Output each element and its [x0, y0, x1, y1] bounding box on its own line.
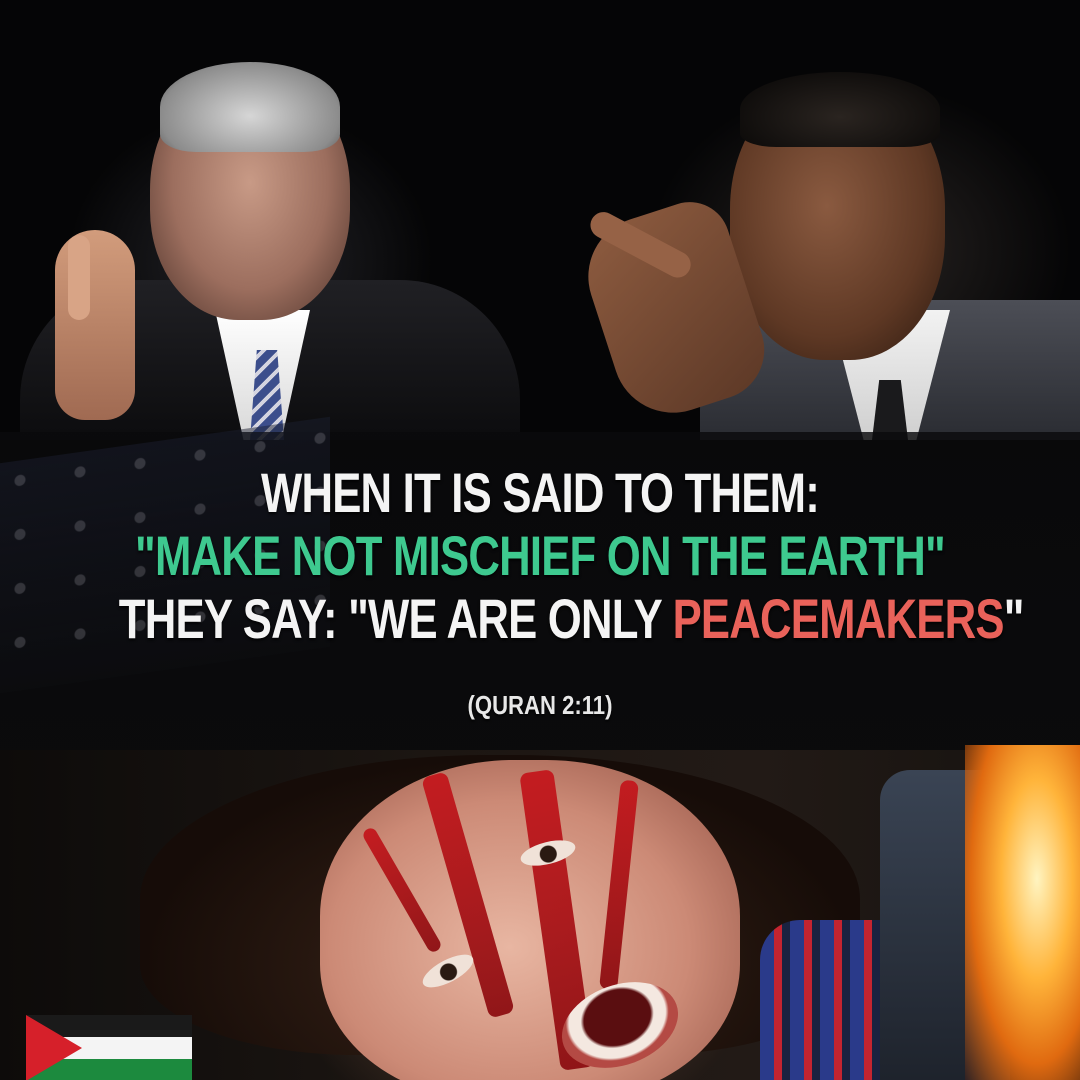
left-man-hand [55, 230, 135, 420]
caption-line-1: WHEN IT IS SAID TO THEM: [260, 461, 820, 524]
left-man-hair [160, 62, 340, 152]
caption-line-3-highlight: PEACEMAKERS [672, 587, 1005, 650]
right-man-hair [740, 72, 940, 147]
meme-image: WHEN IT IS SAID TO THEM: "MAKE NOT MISCH… [0, 0, 1080, 1080]
caption-line-3-prefix: THEY SAY: "WE ARE ONLY [118, 587, 673, 650]
caption-line-3: THEY SAY: "WE ARE ONLY PEACEMAKERS" [118, 586, 1025, 651]
citation: (QURAN 2:11) [467, 690, 613, 720]
left-man-raised-finger [68, 235, 90, 320]
caption-line-3-suffix: " [1003, 587, 1025, 650]
fire-glow [965, 745, 1080, 1080]
caption-line-2: "MAKE NOT MISCHIEF ON THE EARTH" [135, 524, 946, 587]
flag-triangle-red [26, 1015, 82, 1080]
palestine-flag-icon [26, 1015, 192, 1080]
